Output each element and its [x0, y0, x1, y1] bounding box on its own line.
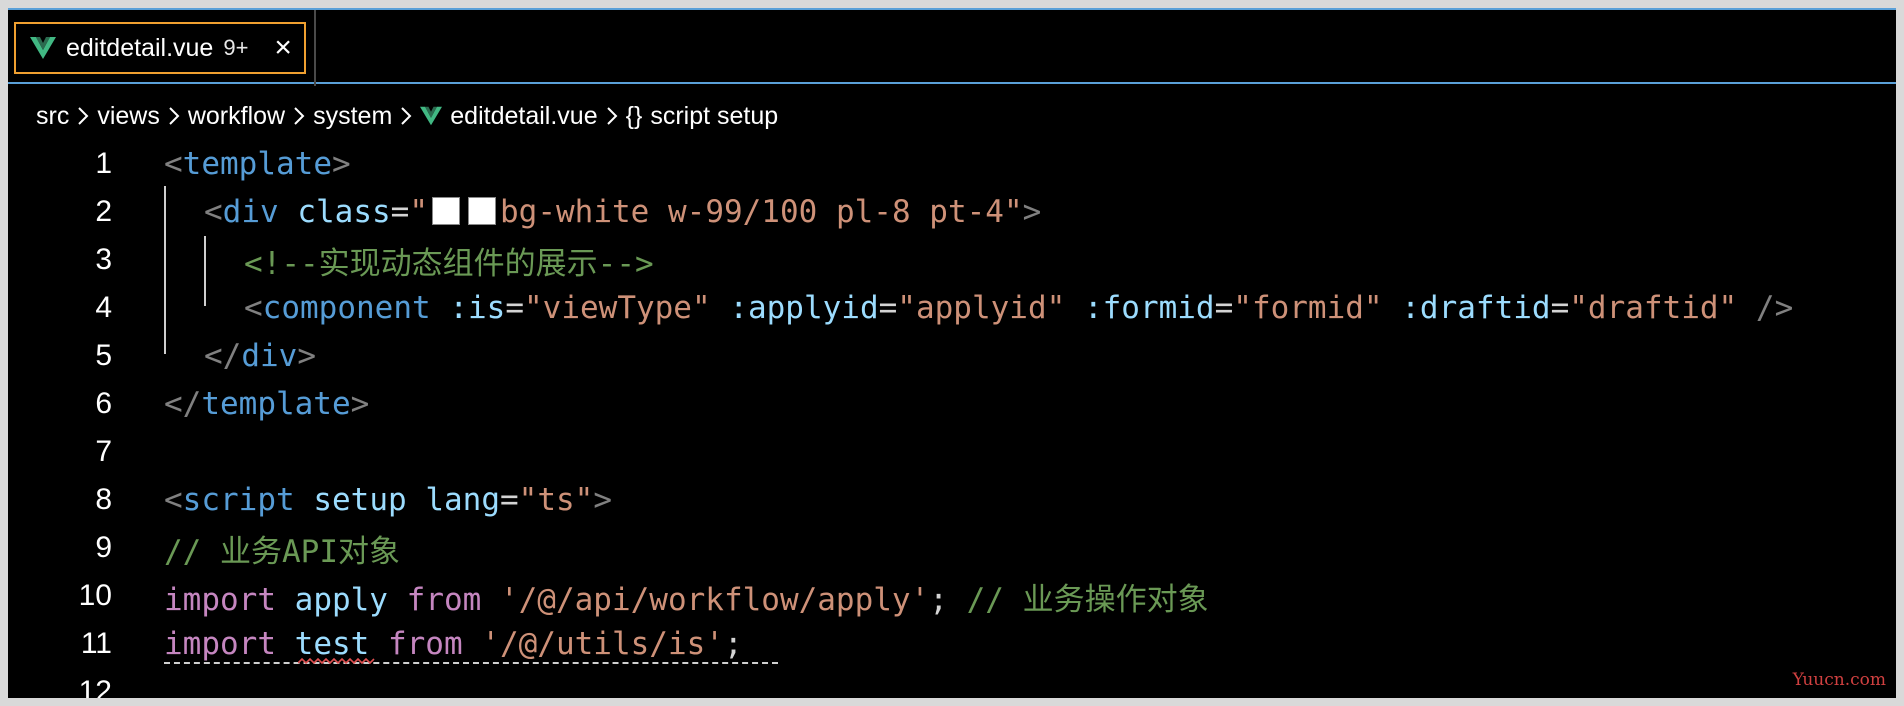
breadcrumb: src views workflow system editdetail.vue… [36, 96, 778, 136]
vue-icon [420, 106, 443, 126]
code-text: <component :is="viewType" :applyid="appl… [244, 290, 1794, 326]
chevron-right-icon [606, 107, 618, 125]
breadcrumb-item-views[interactable]: views [97, 102, 160, 131]
line-number: 1 [95, 147, 112, 180]
code-text: import apply from '/@/api/workflow/apply… [164, 581, 1209, 618]
code-comment: <!--实现动态组件的展示--> [244, 245, 654, 282]
line-number: 7 [95, 435, 112, 468]
code-comment: // 业务API对象 [164, 533, 400, 570]
code-line: 9 // 业务API对象 [8, 524, 1896, 572]
breadcrumb-item-workflow[interactable]: workflow [188, 102, 285, 131]
line-number: 2 [95, 195, 112, 228]
code-line: 8 <script setup lang="ts"> [8, 476, 1896, 524]
line-number: 8 [95, 483, 112, 516]
color-swatch-icon[interactable] [468, 196, 497, 225]
chevron-right-icon [169, 107, 180, 125]
code-line: 11 import test from '/@/utils/is'; [8, 620, 1896, 668]
line-number: 12 [78, 675, 112, 698]
tab-editdetail-vue[interactable]: editdetail.vue 9+ × [14, 22, 306, 74]
code-line: 7 [8, 428, 1896, 476]
line-number: 5 [95, 339, 112, 372]
line-number: 10 [78, 579, 112, 612]
line-number: 9 [95, 531, 112, 564]
code-text: import test from '/@/utils/is'; [164, 626, 743, 662]
color-swatch-icon[interactable] [432, 196, 461, 225]
symbol-braces-icon: {} [625, 101, 643, 130]
breadcrumb-item-system[interactable]: system [313, 102, 392, 131]
chevron-right-icon [294, 107, 305, 125]
chevron-right-icon [401, 107, 412, 125]
breadcrumb-item-src[interactable]: src [36, 102, 69, 131]
error-squiggle [298, 657, 375, 665]
line-number: 11 [80, 627, 112, 660]
problem-count-badge: 9+ [223, 35, 249, 60]
editor-window: editdetail.vue 9+ × src views workflow s… [8, 8, 1896, 698]
code-text: </template> [164, 386, 370, 422]
line-number: 3 [95, 243, 112, 276]
code-line: 2 <div class=" bg-white w-99/100 pl-8 pt-… [8, 188, 1896, 236]
code-line: 12 [8, 668, 1896, 698]
code-text: <div class=" bg-white w-99/100 pl-8 pt-4"… [204, 194, 1042, 230]
code-line: 10 import apply from '/@/api/workflow/ap… [8, 572, 1896, 620]
close-icon[interactable]: × [274, 33, 292, 63]
tab-bar: editdetail.vue 9+ × [8, 8, 1896, 86]
code-text: <script setup lang="ts"> [164, 482, 612, 518]
watermark: Yuucn.com [1792, 670, 1886, 690]
line-number: 6 [95, 387, 112, 420]
code-text: </div> [204, 338, 316, 374]
code-line: 3 <!--实现动态组件的展示--> [8, 236, 1896, 284]
breadcrumb-item-file[interactable]: editdetail.vue [450, 102, 597, 131]
line-number: 4 [95, 291, 112, 324]
code-line: 6 </template> [8, 380, 1896, 428]
breadcrumb-item-symbol[interactable]: script setup [650, 102, 778, 131]
vue-icon [30, 37, 56, 59]
code-line: 5 </div> [8, 332, 1896, 380]
code-line: 4 <component :is="viewType" :applyid="ap… [8, 284, 1896, 332]
code-text: <template> [164, 146, 351, 182]
tab-divider [314, 10, 316, 86]
tab-title: editdetail.vue [66, 33, 214, 62]
code-editor[interactable]: 1 <template> 2 <div class=" bg-white w-99… [8, 138, 1896, 698]
chevron-right-icon [78, 107, 89, 125]
code-line: 1 <template> [8, 140, 1896, 188]
